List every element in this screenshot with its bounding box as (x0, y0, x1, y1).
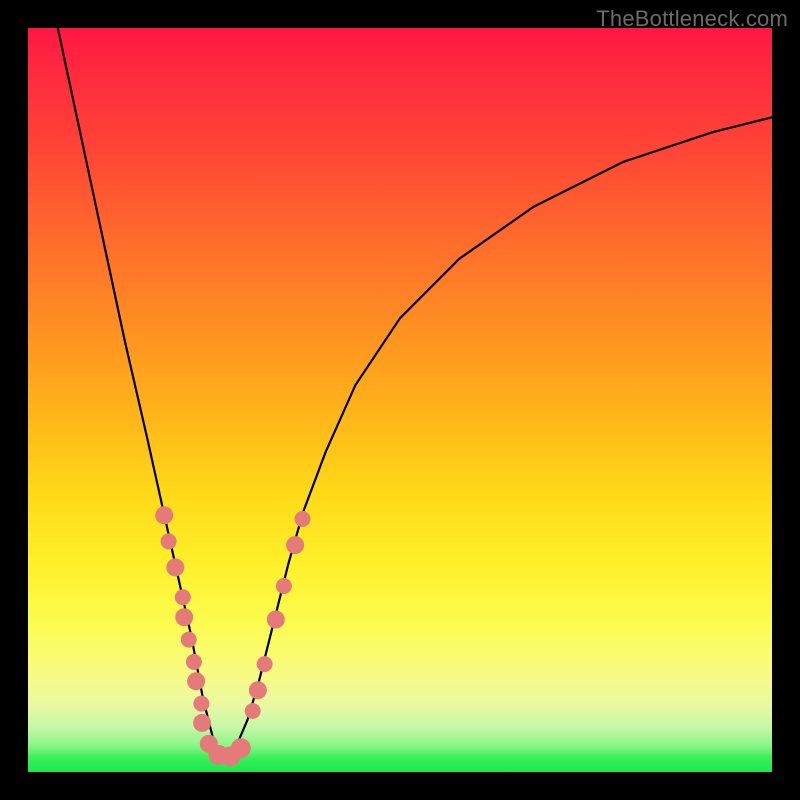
data-point-dot (295, 511, 311, 527)
data-point-dot (276, 578, 292, 594)
data-point-dot (193, 714, 211, 732)
data-point-dot (166, 558, 184, 576)
chart-frame: TheBottleneck.com (0, 0, 800, 800)
data-point-dot (161, 533, 177, 549)
data-point-dot (175, 589, 191, 605)
data-point-dot (249, 681, 267, 699)
data-point-dot (181, 632, 197, 648)
data-point-dot (187, 672, 205, 690)
data-point-dot (231, 738, 251, 758)
bottleneck-curve (58, 28, 772, 757)
plot-area (28, 28, 772, 772)
data-point-dot (267, 611, 285, 629)
data-point-dot (193, 696, 209, 712)
right-branch-dots (245, 511, 311, 719)
data-point-dot (155, 506, 173, 524)
watermark-text: TheBottleneck.com (596, 6, 788, 32)
data-point-dot (245, 703, 261, 719)
data-point-dot (257, 656, 273, 672)
data-point-dot (175, 608, 193, 626)
data-point-dot (186, 654, 202, 670)
data-point-dot (286, 536, 304, 554)
left-branch-dots (155, 506, 211, 732)
valley-dots (200, 735, 251, 767)
bottleneck-chart-svg (28, 28, 772, 772)
